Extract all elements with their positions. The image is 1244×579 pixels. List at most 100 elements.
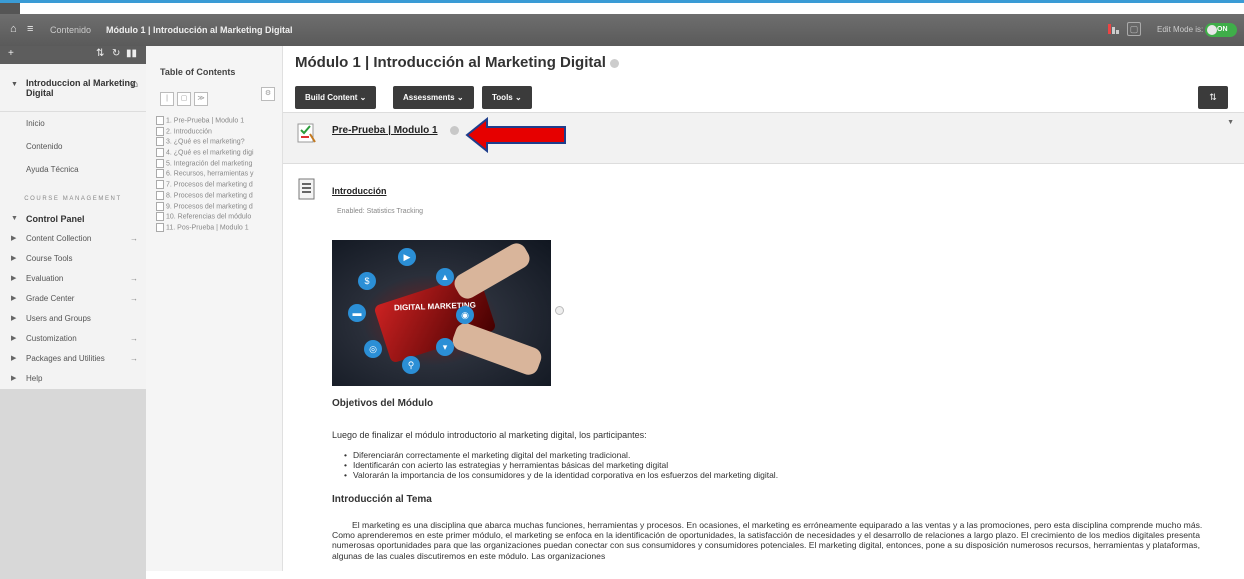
course-title-block[interactable]: ▼ Introduccion al Marketing Digital ⌂ bbox=[0, 64, 146, 112]
assessments-button[interactable]: Assessments ⌄ bbox=[393, 86, 474, 109]
document-icon bbox=[156, 190, 164, 200]
tools-button[interactable]: Tools ⌄ bbox=[482, 86, 532, 109]
panel-item-label: Users and Groups bbox=[26, 314, 91, 323]
arrow-right-icon[interactable]: → bbox=[130, 269, 138, 289]
toc-item[interactable]: 9. Procesos del marketing d bbox=[156, 201, 282, 213]
content-item-pre-prueba: Pre-Prueba | Modulo 1 ▼ bbox=[283, 112, 1244, 164]
toc-item[interactable]: 1. Pre-Prueba | Modulo 1 bbox=[156, 116, 282, 127]
arrow-right-icon[interactable]: → bbox=[130, 229, 138, 249]
add-menu-item-icon[interactable]: + bbox=[8, 48, 14, 59]
toc-item[interactable]: 7. Procesos del marketing d bbox=[156, 180, 282, 191]
toc-item-label: 10. Referencias del módulo bbox=[166, 213, 252, 221]
globe-icon: ◎ bbox=[364, 340, 382, 358]
toc-item[interactable]: 5. Integración del marketing bbox=[156, 158, 282, 170]
edit-mode-toggle[interactable]: ON bbox=[1205, 23, 1237, 37]
image-options-icon[interactable] bbox=[555, 306, 564, 315]
toc-item[interactable]: 11. Pos-Prueba | Modulo 1 bbox=[156, 222, 282, 234]
panel-item-users-and-groups[interactable]: ▶ Users and Groups bbox=[0, 309, 146, 329]
video-icon: ▶ bbox=[398, 248, 416, 266]
chevron-down-icon[interactable]: ▼ bbox=[1227, 119, 1234, 126]
toc-list: 1. Pre-Prueba | Modulo 1 2. Introducción… bbox=[156, 116, 282, 234]
menu-icon[interactable]: ≡ bbox=[27, 23, 37, 35]
top-strip-block bbox=[0, 3, 20, 14]
nav-item-inicio[interactable]: Inicio bbox=[0, 112, 146, 135]
course-home-icon[interactable]: ⌂ bbox=[131, 78, 138, 90]
panel-item-help[interactable]: ▶ Help bbox=[0, 369, 146, 389]
build-content-button[interactable]: Build Content ⌄ bbox=[295, 86, 377, 109]
panel-item-label: Grade Center bbox=[26, 294, 75, 303]
nav-item-contenido[interactable]: Contenido bbox=[0, 135, 146, 158]
page-title-text: Módulo 1 | Introducción al Marketing Dig… bbox=[295, 54, 606, 71]
page-title: Módulo 1 | Introducción al Marketing Dig… bbox=[295, 54, 619, 71]
stats-icon[interactable] bbox=[1108, 24, 1120, 36]
panel-item-customization[interactable]: ▶ Customization → bbox=[0, 329, 146, 349]
folder-view-icon[interactable]: ▮▮ bbox=[126, 48, 137, 59]
panel-item-grade-center[interactable]: ▶ Grade Center → bbox=[0, 289, 146, 309]
breadcrumb-root[interactable]: Contenido bbox=[50, 25, 91, 35]
item-options-icon[interactable] bbox=[450, 126, 459, 135]
document-icon bbox=[298, 178, 315, 200]
action-bar: Build Content ⌄ Assessments ⌄ Tools ⌄ ⇅ bbox=[283, 82, 1244, 112]
home-icon[interactable]: ⌂ bbox=[10, 23, 22, 35]
panel-item-course-tools[interactable]: ▶ Course Tools bbox=[0, 249, 146, 269]
eye-icon: ◉ bbox=[456, 306, 474, 324]
collapsed-triangle-icon: ▶ bbox=[11, 335, 17, 342]
top-navigation-bar: ⌂ ≡ Contenido Módulo 1 | Introducción al… bbox=[0, 14, 1244, 46]
document-icon bbox=[156, 116, 164, 125]
toc-collapse-icon[interactable]: ≫ bbox=[194, 92, 208, 106]
options-menu-icon[interactable] bbox=[609, 58, 619, 68]
document-icon bbox=[156, 169, 164, 179]
panel-item-evaluation[interactable]: ▶ Evaluation → bbox=[0, 269, 146, 289]
page-icon[interactable]: ▢ bbox=[1127, 22, 1141, 36]
enabled-status: Enabled: Statistics Tracking bbox=[337, 208, 423, 215]
document-icon bbox=[156, 137, 164, 147]
objectives-heading: Objetivos del Módulo bbox=[332, 398, 434, 409]
toc-settings-icon[interactable]: ⚙ bbox=[261, 87, 275, 101]
hand-shape bbox=[449, 320, 545, 378]
toc-item[interactable]: 10. Referencias del módulo bbox=[156, 212, 282, 223]
collapsed-triangle-icon: ▶ bbox=[11, 315, 17, 322]
toc-page-icon[interactable]: ▢ bbox=[177, 92, 191, 106]
collapsed-triangle-icon: ▶ bbox=[11, 295, 17, 302]
intro-paragraph: El marketing es una disciplina que abarc… bbox=[332, 520, 1203, 561]
arrow-right-icon[interactable]: → bbox=[130, 329, 138, 349]
pre-prueba-link[interactable]: Pre-Prueba | Modulo 1 bbox=[332, 125, 438, 136]
introduccion-link[interactable]: Introducción bbox=[332, 186, 387, 196]
toc-item[interactable]: 4. ¿Qué es el marketing digi bbox=[156, 148, 282, 159]
table-of-contents: Table of Contents | ▢ ≫ ⚙ 1. Pre-Prueba | … bbox=[146, 46, 283, 571]
refresh-icon[interactable]: ↻ bbox=[112, 48, 120, 59]
arrow-right-icon[interactable]: → bbox=[130, 289, 138, 309]
panel-item-content-collection[interactable]: ▶ Content Collection → bbox=[0, 229, 146, 249]
objective-item: Diferenciarán correctamente el marketing… bbox=[344, 450, 778, 460]
control-panel-header[interactable]: ▼ Control Panel bbox=[0, 209, 146, 229]
build-content-label: Build Content bbox=[305, 93, 358, 102]
sort-icon[interactable]: ⇅ bbox=[96, 48, 104, 59]
objectives-intro: Luego de finalizar el módulo introductor… bbox=[332, 430, 647, 440]
toc-title: Table of Contents bbox=[160, 67, 236, 77]
toc-toolbar: | ▢ ≫ bbox=[160, 87, 211, 106]
document-icon bbox=[156, 201, 164, 211]
toc-expand-icon[interactable]: | bbox=[160, 92, 174, 106]
course-title: Introduccion al Marketing Digital bbox=[26, 78, 136, 98]
toc-item[interactable]: 8. Procesos del marketing d bbox=[156, 190, 282, 202]
edit-mode-label: Edit Mode is: bbox=[1157, 25, 1204, 34]
collapse-triangle-icon[interactable]: ▼ bbox=[11, 81, 18, 88]
document-icon bbox=[156, 180, 164, 190]
reorder-button[interactable]: ⇅ bbox=[1198, 86, 1228, 109]
document-icon bbox=[156, 222, 164, 232]
panel-item-label: Evaluation bbox=[26, 274, 64, 283]
panel-item-packages-and-utilities[interactable]: ▶ Packages and Utilities → bbox=[0, 349, 146, 369]
search-icon: ⚲ bbox=[402, 356, 420, 374]
arrow-right-icon[interactable]: → bbox=[130, 349, 138, 369]
toc-item-label: 6. Recursos, herramientas y bbox=[166, 170, 254, 178]
toc-item-label: 4. ¿Qué es el marketing digi bbox=[166, 149, 254, 157]
toc-item[interactable]: 2. Introducción bbox=[156, 126, 282, 138]
course-menu-toolbar: + ⇅ ↻ ▮▮ bbox=[0, 46, 146, 64]
panel-item-label: Help bbox=[26, 374, 43, 383]
toc-item-label: 7. Procesos del marketing d bbox=[166, 181, 253, 189]
nav-item-ayuda-tecnica[interactable]: Ayuda Técnica bbox=[0, 158, 146, 181]
toc-item[interactable]: 3. ¿Qué es el marketing? bbox=[156, 137, 282, 148]
browser-top-strip bbox=[0, 0, 1244, 14]
toc-item[interactable]: 6. Recursos, herramientas y bbox=[156, 169, 282, 180]
intro-heading: Introducción al Tema bbox=[332, 494, 432, 505]
